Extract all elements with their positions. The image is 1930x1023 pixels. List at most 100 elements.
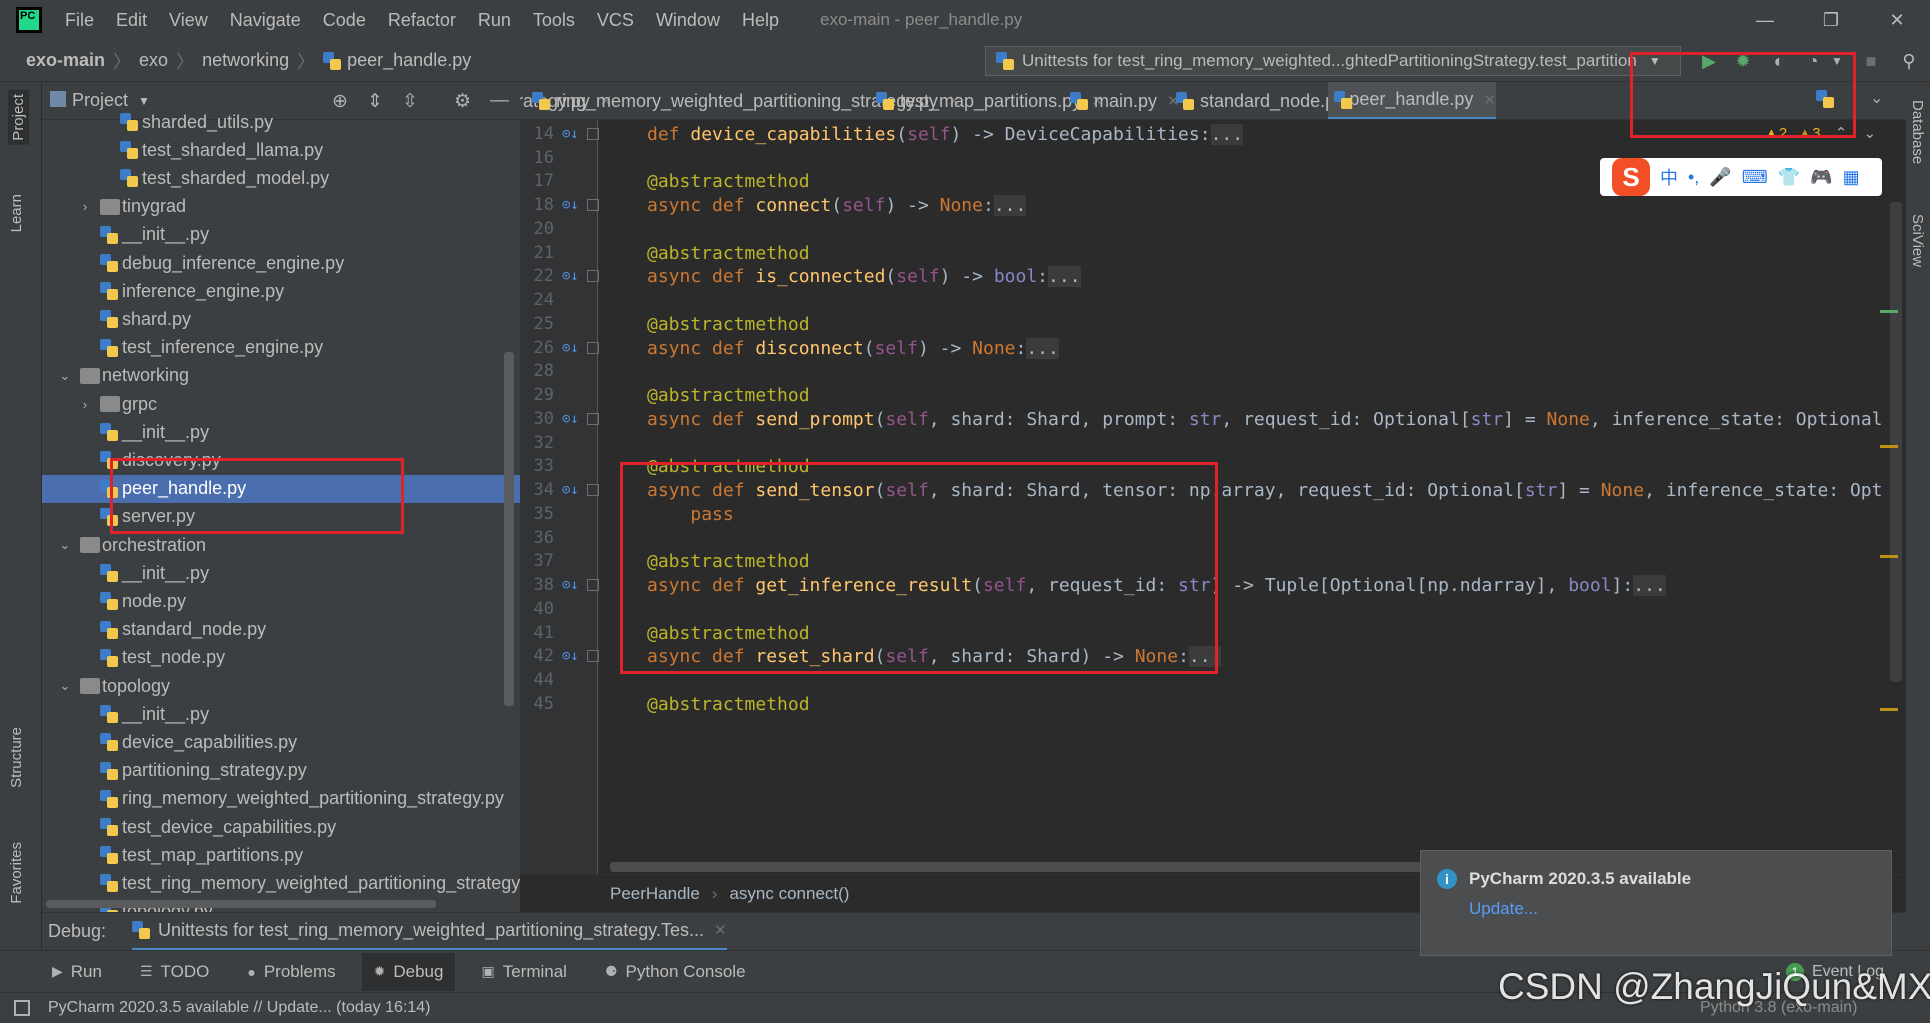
tree-item[interactable]: shard.py (42, 305, 520, 333)
keyboard-icon[interactable]: ⌨ (1742, 167, 1768, 188)
tree-item[interactable]: inference_engine.py (42, 277, 520, 305)
tree-item[interactable]: ⌄ topology (42, 672, 520, 700)
menu-code[interactable]: Code (312, 10, 377, 31)
code-token: : (982, 195, 994, 216)
fold-marker-icon[interactable] (587, 127, 599, 140)
tool-window-terminal[interactable]: ▣ Terminal (469, 953, 578, 991)
tree-item[interactable]: __init__.py (42, 559, 520, 587)
close-tab-icon[interactable]: ✕ (714, 921, 727, 939)
chevron-down-icon[interactable]: ⌄ (58, 368, 72, 384)
status-text[interactable]: PyCharm 2020.3.5 available // Update... … (48, 999, 430, 1017)
tree-item[interactable]: test_map_partitions.py (42, 841, 520, 869)
tree-item[interactable]: __init__.py (42, 700, 520, 728)
tree-item[interactable]: test_sharded_model.py (42, 164, 520, 192)
tree-item[interactable]: ⌄ networking (42, 362, 520, 390)
tree-item[interactable]: test_device_capabilities.py (42, 813, 520, 841)
menu-view[interactable]: View (158, 10, 219, 31)
tool-window-debug[interactable]: ✹ Debug (361, 952, 456, 991)
restore-icon[interactable]: ❐ (1798, 0, 1864, 40)
fold-marker-icon[interactable] (587, 579, 599, 591)
search-icon[interactable]: ⚲ (1898, 50, 1920, 72)
show-tabs-chevron-icon[interactable]: ⌄ (1870, 88, 1883, 108)
menu-run[interactable]: Run (467, 10, 522, 31)
menu-navigate[interactable]: Navigate (219, 10, 312, 31)
stop-icon[interactable]: ■ (1860, 50, 1882, 72)
editor-tab[interactable]: main.py ✕ (1064, 82, 1180, 119)
breadcrumb-folder[interactable]: networking (202, 50, 289, 71)
gamepad-icon[interactable]: 🎮 (1810, 167, 1832, 188)
tree-item[interactable]: › tinygrad (42, 193, 520, 221)
breadcrumb-method[interactable]: async connect() (729, 884, 849, 904)
fold-marker-icon[interactable] (587, 412, 599, 425)
menu-tools[interactable]: Tools (522, 10, 586, 31)
tree-item[interactable]: node.py (42, 587, 520, 615)
menu-refactor[interactable]: Refactor (377, 10, 467, 31)
debug-session-tab[interactable]: Unittests for test_ring_memory_weighted_… (132, 913, 727, 951)
breadcrumb-project[interactable]: exo-main (26, 50, 105, 71)
menu-edit[interactable]: Edit (105, 10, 158, 31)
tree-item[interactable]: __init__.py (42, 221, 520, 249)
line-number[interactable]: 45 (524, 690, 554, 719)
structure-tool-tab[interactable]: Structure (8, 727, 25, 788)
tree-item[interactable]: test_sharded_llama.py (42, 136, 520, 164)
ime-punctuation-toggle[interactable]: •, (1688, 167, 1699, 188)
tool-window-problems[interactable]: ● Problems (235, 953, 347, 991)
warning-marker (1880, 555, 1898, 558)
tree-item[interactable]: device_capabilities.py (42, 728, 520, 756)
breadcrumb-class[interactable]: PeerHandle (610, 884, 700, 904)
breadcrumb-file[interactable]: peer_handle.py (347, 50, 471, 71)
tree-item-label: topology (102, 675, 171, 696)
microphone-icon[interactable]: 🎤 (1709, 167, 1731, 188)
tree-item[interactable]: sharded_utils.py (42, 108, 520, 136)
project-tool-tab[interactable]: Project (8, 90, 29, 145)
tree-item[interactable]: ring_memory_weighted_partitioning_strate… (42, 785, 520, 813)
menu-help[interactable]: Help (731, 10, 790, 31)
dropdown-arrow-icon[interactable]: ▼ (138, 94, 150, 108)
minimize-icon[interactable]: — (1732, 0, 1798, 40)
tree-item[interactable]: standard_node.py (42, 616, 520, 644)
tree-item[interactable]: __init__.py (42, 418, 520, 446)
code-token: device_capabilities (690, 123, 897, 145)
tree-item[interactable]: test_inference_engine.py (42, 334, 520, 362)
tree-item[interactable]: debug_inference_engine.py (42, 249, 520, 277)
skin-icon[interactable]: 👕 (1778, 167, 1800, 188)
close-icon[interactable]: ✕ (1864, 0, 1930, 40)
editor-scrollbar[interactable] (1890, 202, 1902, 682)
chevron-down-icon[interactable]: ⌄ (58, 678, 72, 694)
close-tab-icon[interactable]: ✕ (1483, 91, 1496, 109)
fold-marker-icon[interactable] (587, 199, 599, 211)
apps-grid-icon[interactable]: ▦ (1843, 167, 1860, 188)
fold-marker-icon[interactable] (587, 484, 599, 496)
update-link[interactable]: Update... (1469, 899, 1538, 919)
fold-marker-icon[interactable] (587, 650, 599, 663)
breadcrumb-package[interactable]: exo (139, 50, 168, 71)
editor-tab[interactable]: peer_handle.py ✕ (1328, 82, 1496, 119)
learn-tool-tab[interactable]: Learn (8, 194, 25, 232)
ime-language-toggle[interactable]: 中 (1660, 164, 1678, 190)
chevron-down-icon[interactable]: ⌄ (58, 537, 72, 553)
sciview-tool-tab[interactable]: SciView (1909, 214, 1926, 267)
favorites-tool-tab[interactable]: Favorites (8, 842, 25, 904)
tree-item[interactable]: test_ring_memory_weighted_partitioning_s… (42, 869, 520, 897)
menu-window[interactable]: Window (645, 10, 731, 31)
tree-item[interactable]: partitioning_strategy.py (42, 757, 520, 785)
tree-item[interactable]: ⌄ orchestration (42, 531, 520, 559)
database-tool-tab[interactable]: Database (1909, 100, 1926, 164)
tool-window-todo[interactable]: ☰ TODO (128, 953, 221, 991)
toggle-tool-windows-icon[interactable] (14, 1000, 30, 1016)
chevron-right-icon[interactable]: › (78, 397, 92, 412)
tree-item[interactable]: › grpc (42, 390, 520, 418)
project-tree-scrollbar[interactable] (504, 352, 514, 706)
tool-window-run[interactable]: ▶ Run (40, 953, 114, 991)
menu-file[interactable]: File (54, 10, 105, 31)
fold-marker-icon[interactable] (587, 341, 599, 354)
project-tree-hscrollbar[interactable] (46, 900, 436, 908)
tree-item[interactable]: test_node.py (42, 644, 520, 672)
sogou-logo[interactable]: S (1612, 158, 1650, 196)
fold-marker-icon[interactable] (587, 270, 599, 283)
next-highlight-icon[interactable]: ⌄ (1864, 125, 1877, 142)
chevron-right-icon[interactable]: › (78, 199, 92, 214)
tool-window-python-console[interactable]: ⚈ Python Console (593, 953, 758, 991)
menu-vcs[interactable]: VCS (586, 10, 645, 31)
run-configuration-select[interactable]: Unittests for test_ring_memory_weighted.… (985, 46, 1681, 76)
